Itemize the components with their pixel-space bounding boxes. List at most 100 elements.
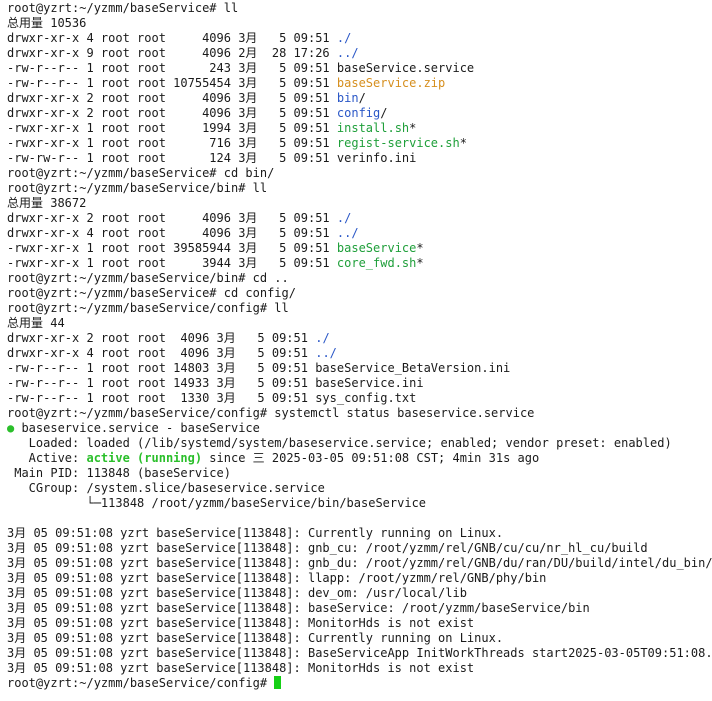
terminal-text: drwxr-xr-x 4 root root 4096 3月 5 09:51 bbox=[7, 31, 337, 45]
terminal-text: -rwxr-xr-x 1 root root 716 3月 5 09:51 bbox=[7, 136, 337, 150]
terminal-line: 3月 05 09:51:08 yzrt baseService[113848]:… bbox=[7, 556, 712, 571]
terminal-text: / bbox=[358, 91, 366, 105]
terminal-line: 3月 05 09:51:08 yzrt baseService[113848]:… bbox=[7, 646, 712, 661]
terminal-text: Active: bbox=[7, 451, 87, 465]
terminal-text: root@yzrt:~/yzmm/baseService/bin# cd .. bbox=[7, 271, 289, 285]
terminal-text: 3月 05 09:51:08 yzrt baseService[113848]:… bbox=[7, 571, 547, 585]
terminal-text: regist-service.sh bbox=[336, 136, 460, 150]
terminal-text: drwxr-xr-x 4 root root 4096 3月 5 09:51 bbox=[7, 226, 337, 240]
terminal-text: root@yzrt:~/yzmm/baseService/bin# ll bbox=[7, 181, 268, 195]
terminal-line: 总用量 10536 bbox=[7, 16, 712, 31]
terminal-line: -rw-r--r-- 1 root root 14803 3月 5 09:51 … bbox=[7, 361, 712, 376]
terminal-text: 3月 05 09:51:08 yzrt baseService[113848]:… bbox=[7, 646, 712, 660]
terminal-text: root@yzrt:~/yzmm/baseService/config# bbox=[7, 676, 275, 690]
terminal-text: drwxr-xr-x 2 root root 4096 3月 5 09:51 bbox=[7, 331, 316, 345]
terminal-line: root@yzrt:~/yzmm/baseService# cd config/ bbox=[7, 286, 712, 301]
terminal-line: drwxr-xr-x 4 root root 4096 3月 5 09:51 .… bbox=[7, 226, 712, 241]
terminal-window[interactable]: root@yzrt:~/yzmm/baseService# ll 总用量 1053… bbox=[0, 0, 712, 701]
terminal-text: drwxr-xr-x 2 root root 4096 3月 5 09:51 bbox=[7, 106, 337, 120]
terminal-line: root@yzrt:~/yzmm/baseService/bin# ll bbox=[7, 181, 712, 196]
terminal-line: root@yzrt:~/yzmm/baseService# cd bin/ bbox=[7, 166, 712, 181]
terminal-text: baseService.zip bbox=[336, 76, 446, 90]
terminal-line: -rw-r--r-- 1 root root 243 3月 5 09:51 ba… bbox=[7, 61, 712, 76]
terminal-text: ../ bbox=[336, 226, 359, 240]
terminal-line: drwxr-xr-x 9 root root 4096 2月 28 17:26 … bbox=[7, 46, 712, 61]
terminal-text: └─113848 /root/yzmm/baseService/bin/base… bbox=[7, 496, 427, 510]
terminal-text: drwxr-xr-x 2 root root 4096 3月 5 09:51 bbox=[7, 91, 337, 105]
terminal-line: -rwxr-xr-x 1 root root 3944 3月 5 09:51 c… bbox=[7, 256, 712, 271]
terminal-text: 3月 05 09:51:08 yzrt baseService[113848]:… bbox=[7, 526, 504, 540]
terminal-line: drwxr-xr-x 4 root root 4096 3月 5 09:51 .… bbox=[7, 31, 712, 46]
terminal-text: ../ bbox=[315, 346, 337, 360]
terminal-text: config bbox=[336, 106, 381, 120]
terminal-line: -rwxr-xr-x 1 root root 39585944 3月 5 09:… bbox=[7, 241, 712, 256]
terminal-text: Loaded: loaded (/lib/systemd/system/base… bbox=[7, 436, 672, 450]
terminal-text: 3月 05 09:51:08 yzrt baseService[113848]:… bbox=[7, 586, 467, 600]
terminal-text: root@yzrt:~/yzmm/baseService# cd bin/ bbox=[7, 166, 275, 180]
terminal-text: root@yzrt:~/yzmm/baseService# ll bbox=[7, 1, 239, 15]
terminal-line: 3月 05 09:51:08 yzrt baseService[113848]:… bbox=[7, 601, 712, 616]
terminal-line: drwxr-xr-x 2 root root 4096 3月 5 09:51 b… bbox=[7, 91, 712, 106]
terminal-line: ● baseservice.service - baseService bbox=[7, 421, 712, 436]
terminal-text: ./ bbox=[336, 211, 352, 225]
terminal-text: core_fwd.sh bbox=[336, 256, 417, 270]
terminal-text: baseService bbox=[336, 241, 417, 255]
terminal-line: CGroup: /system.slice/baseservice.servic… bbox=[7, 481, 712, 496]
terminal-text: ./ bbox=[336, 31, 352, 45]
terminal-text: Main PID: 113848 (baseService) bbox=[7, 466, 231, 480]
terminal-line: -rw-r--r-- 1 root root 10755454 3月 5 09:… bbox=[7, 76, 712, 91]
terminal-text: 3月 05 09:51:08 yzrt baseService[113848]:… bbox=[7, 556, 712, 570]
terminal-line: -rwxr-xr-x 1 root root 1994 3月 5 09:51 i… bbox=[7, 121, 712, 136]
terminal-text: drwxr-xr-x 4 root root 4096 3月 5 09:51 bbox=[7, 346, 316, 360]
terminal-text: bin bbox=[336, 91, 359, 105]
terminal-text: -rw-rw-r-- 1 root root 124 3月 5 09:51 ve… bbox=[7, 151, 417, 165]
terminal-text: 总用量 44 bbox=[7, 316, 65, 330]
terminal-line: Active: active (running) since 三 2025-03… bbox=[7, 451, 712, 466]
terminal-line: └─113848 /root/yzmm/baseService/bin/base… bbox=[7, 496, 712, 511]
terminal-line: -rw-r--r-- 1 root root 14933 3月 5 09:51 … bbox=[7, 376, 712, 391]
terminal-line: 3月 05 09:51:08 yzrt baseService[113848]:… bbox=[7, 571, 712, 586]
terminal-line: Loaded: loaded (/lib/systemd/system/base… bbox=[7, 436, 712, 451]
terminal-text: 3月 05 09:51:08 yzrt baseService[113848]:… bbox=[7, 601, 590, 615]
terminal-text: 3月 05 09:51:08 yzrt baseService[113848]:… bbox=[7, 631, 504, 645]
terminal-text: -rw-r--r-- 1 root root 10755454 3月 5 09:… bbox=[7, 76, 337, 90]
terminal-text: since 三 2025-03-05 09:51:08 CST; 4min 31… bbox=[202, 451, 540, 465]
terminal-line: 3月 05 09:51:08 yzrt baseService[113848]:… bbox=[7, 661, 712, 676]
terminal-line: root@yzrt:~/yzmm/baseService/config# bbox=[7, 676, 712, 691]
terminal-text: * bbox=[409, 121, 417, 135]
terminal-line: drwxr-xr-x 2 root root 4096 3月 5 09:51 c… bbox=[7, 106, 712, 121]
terminal-text: drwxr-xr-x 2 root root 4096 3月 5 09:51 bbox=[7, 211, 337, 225]
terminal-line: -rwxr-xr-x 1 root root 716 3月 5 09:51 re… bbox=[7, 136, 712, 151]
terminal-text: 3月 05 09:51:08 yzrt baseService[113848]:… bbox=[7, 541, 648, 555]
terminal-cursor[interactable] bbox=[274, 676, 282, 689]
terminal-line: 总用量 44 bbox=[7, 316, 712, 331]
terminal-line: -rw-rw-r-- 1 root root 124 3月 5 09:51 ve… bbox=[7, 151, 712, 166]
terminal-line: root@yzrt:~/yzmm/baseService# ll bbox=[7, 1, 712, 16]
terminal-text: active (running) bbox=[86, 451, 203, 465]
terminal-line: 3月 05 09:51:08 yzrt baseService[113848]:… bbox=[7, 586, 712, 601]
terminal-text: root@yzrt:~/yzmm/baseService/config# sys… bbox=[7, 406, 535, 420]
terminal-text: / bbox=[380, 106, 388, 120]
terminal-text: * bbox=[459, 136, 467, 150]
terminal-text: drwxr-xr-x 9 root root 4096 2月 28 17:26 bbox=[7, 46, 337, 60]
terminal-text: 总用量 10536 bbox=[7, 16, 87, 30]
terminal-text: ../ bbox=[336, 46, 359, 60]
terminal-line: root@yzrt:~/yzmm/baseService/config# ll bbox=[7, 301, 712, 316]
terminal-text: * bbox=[416, 241, 424, 255]
terminal-text: -rw-r--r-- 1 root root 14803 3月 5 09:51 … bbox=[7, 361, 511, 375]
terminal-text: root@yzrt:~/yzmm/baseService# cd config/ bbox=[7, 286, 296, 300]
terminal-text: ./ bbox=[315, 331, 330, 345]
terminal-text: -rwxr-xr-x 1 root root 1994 3月 5 09:51 bbox=[7, 121, 337, 135]
terminal-line: 3月 05 09:51:08 yzrt baseService[113848]:… bbox=[7, 631, 712, 646]
terminal-line: Main PID: 113848 (baseService) bbox=[7, 466, 712, 481]
terminal-line: drwxr-xr-x 2 root root 4096 3月 5 09:51 .… bbox=[7, 331, 712, 346]
terminal-text: 总用量 38672 bbox=[7, 196, 87, 210]
terminal-text: install.sh bbox=[336, 121, 410, 135]
terminal-line: 总用量 38672 bbox=[7, 196, 712, 211]
terminal-text: 3月 05 09:51:08 yzrt baseService[113848]:… bbox=[7, 616, 475, 630]
terminal-text: -rw-r--r-- 1 root root 1330 3月 5 09:51 s… bbox=[7, 391, 417, 405]
terminal-text: -rw-r--r-- 1 root root 243 3月 5 09:51 ba… bbox=[7, 61, 475, 75]
terminal-text: -rw-r--r-- 1 root root 14933 3月 5 09:51 … bbox=[7, 376, 424, 390]
terminal-text: CGroup: /system.slice/baseservice.servic… bbox=[7, 481, 325, 495]
